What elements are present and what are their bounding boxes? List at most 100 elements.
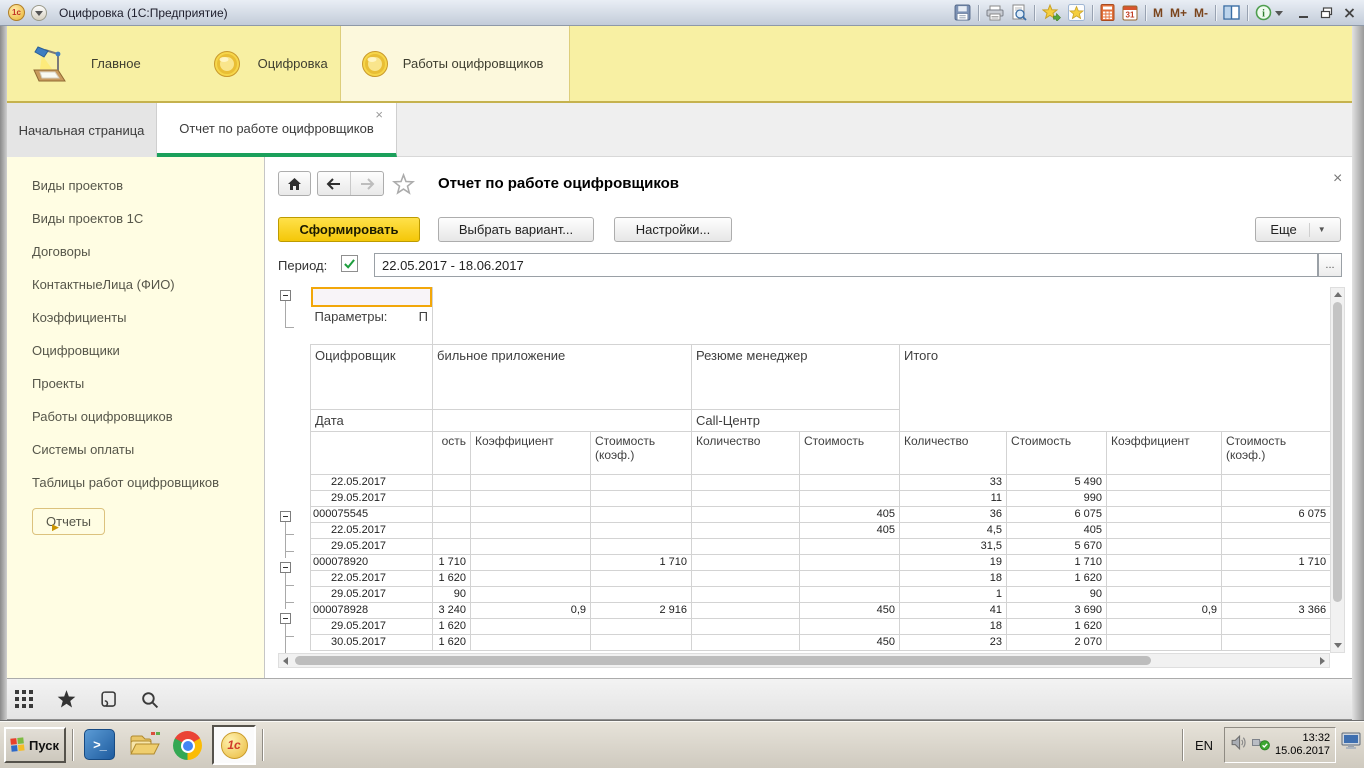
table-cell[interactable]: 0,9: [471, 602, 591, 618]
sidebar-item[interactable]: Таблицы работ оцифровщиков: [7, 466, 264, 499]
table-cell[interactable]: [1222, 474, 1331, 490]
table-cell[interactable]: 6 075: [1007, 506, 1107, 522]
table-cell[interactable]: 90: [1007, 586, 1107, 602]
sidebar-item[interactable]: Проекты: [7, 367, 264, 400]
column-group-header[interactable]: Итого: [900, 344, 1331, 431]
table-cell[interactable]: 23: [900, 634, 1007, 650]
search-icon[interactable]: [140, 690, 159, 709]
home-button[interactable]: [278, 171, 311, 196]
table-cell[interactable]: [471, 474, 591, 490]
table-cell[interactable]: 5 490: [1007, 474, 1107, 490]
usb-device-icon[interactable]: [1252, 735, 1270, 756]
table-cell[interactable]: [591, 490, 692, 506]
language-indicator[interactable]: EN: [1190, 731, 1218, 759]
volume-icon[interactable]: [1230, 734, 1247, 756]
info-icon[interactable]: i: [1255, 3, 1283, 23]
table-cell[interactable]: 1 620: [433, 570, 471, 586]
sidebar-item[interactable]: Оцифровщики: [7, 334, 264, 367]
table-cell[interactable]: [433, 522, 471, 538]
table-cell[interactable]: 1 710: [433, 554, 471, 570]
table-cell[interactable]: [800, 538, 900, 554]
column-header[interactable]: Стоимость (коэф.): [591, 431, 692, 474]
table-cell[interactable]: [1107, 618, 1222, 634]
scroll-right-icon[interactable]: [1320, 657, 1325, 665]
table-cell[interactable]: [692, 602, 800, 618]
scroll-left-icon[interactable]: [283, 657, 288, 665]
table-cell[interactable]: [692, 634, 800, 650]
table-cell[interactable]: 1 620: [1007, 618, 1107, 634]
table-cell[interactable]: [1222, 490, 1331, 506]
ribbon-section-3[interactable]: Работы оцифровщиков: [340, 26, 571, 101]
reports-button[interactable]: Отчеты ▶: [32, 508, 105, 535]
table-cell[interactable]: 2 070: [1007, 634, 1107, 650]
period-input[interactable]: 22.05.2017 - 18.06.2017: [374, 253, 1318, 277]
row-dimension-header[interactable]: Дата: [311, 409, 433, 431]
table-cell[interactable]: 0,9: [1107, 602, 1222, 618]
table-cell[interactable]: [692, 538, 800, 554]
table-cell[interactable]: 405: [800, 506, 900, 522]
table-cell[interactable]: 2 916: [591, 602, 692, 618]
table-cell[interactable]: [1222, 522, 1331, 538]
table-cell[interactable]: 1 710: [1007, 554, 1107, 570]
table-cell[interactable]: 1 710: [1222, 554, 1331, 570]
table-cell[interactable]: 3 366: [1222, 602, 1331, 618]
column-group-header[interactable]: Резюме менеджер: [692, 344, 900, 409]
table-cell[interactable]: [692, 586, 800, 602]
tab-2[interactable]: Отчет по работе оцифровщиков×: [157, 103, 397, 157]
restore-button[interactable]: [1320, 3, 1333, 23]
table-cell[interactable]: [471, 554, 591, 570]
table-cell[interactable]: [800, 618, 900, 634]
column-header[interactable]: Коэффициент: [471, 431, 591, 474]
table-cell[interactable]: 5 670: [1007, 538, 1107, 554]
close-button[interactable]: [1343, 3, 1356, 23]
tab-1[interactable]: Начальная страница: [7, 103, 157, 157]
table-cell[interactable]: [1107, 570, 1222, 586]
table-cell[interactable]: [800, 570, 900, 586]
table-cell[interactable]: 1 710: [591, 554, 692, 570]
collapse-expander-icon[interactable]: [280, 562, 291, 573]
calculator-icon[interactable]: [1100, 3, 1115, 23]
table-cell[interactable]: 1 620: [1007, 570, 1107, 586]
table-cell[interactable]: [1222, 586, 1331, 602]
table-cell[interactable]: [1107, 522, 1222, 538]
scroll-up-icon[interactable]: [1334, 292, 1342, 297]
favorite-star-button[interactable]: [392, 173, 415, 200]
table-cell[interactable]: [1107, 506, 1222, 522]
generate-button[interactable]: Сформировать: [278, 217, 420, 242]
date-row-label[interactable]: 29.05.2017: [311, 538, 433, 554]
sidebar-item[interactable]: Работы оцифровщиков: [7, 400, 264, 433]
row-dimension-header[interactable]: Оцифровщик: [311, 344, 433, 409]
table-cell[interactable]: [692, 554, 800, 570]
menu-grid-icon[interactable]: [14, 689, 34, 709]
choose-variant-button[interactable]: Выбрать вариант...: [438, 217, 594, 242]
table-cell[interactable]: 405: [800, 522, 900, 538]
table-cell[interactable]: [471, 586, 591, 602]
sidebar-item[interactable]: Системы оплаты: [7, 433, 264, 466]
group-row-label[interactable]: 000078928: [311, 602, 433, 618]
split-window-icon[interactable]: [1223, 3, 1240, 23]
table-cell[interactable]: [1107, 586, 1222, 602]
sidebar-item[interactable]: Договоры: [7, 235, 264, 268]
table-cell[interactable]: [591, 634, 692, 650]
collapse-expander-icon[interactable]: [280, 511, 291, 522]
settings-button[interactable]: Настройки...: [614, 217, 732, 242]
period-picker-button[interactable]: ...: [1318, 253, 1342, 277]
params-cell[interactable]: Параметры:П: [311, 307, 433, 344]
table-cell[interactable]: [1107, 538, 1222, 554]
period-checkbox[interactable]: [341, 255, 358, 272]
titlebar-dropdown-icon[interactable]: [31, 5, 47, 21]
calendar-icon[interactable]: 31: [1122, 3, 1138, 23]
table-cell[interactable]: [1222, 538, 1331, 554]
table-cell[interactable]: 11: [900, 490, 1007, 506]
table-cell[interactable]: [433, 506, 471, 522]
minimize-button[interactable]: [1298, 3, 1310, 23]
taskbar-app-explorer-icon[interactable]: [128, 730, 164, 765]
table-cell[interactable]: [800, 554, 900, 570]
table-cell[interactable]: 1 620: [433, 618, 471, 634]
table-cell[interactable]: 90: [433, 586, 471, 602]
column-subgroup-header[interactable]: Call-Центр: [692, 409, 900, 431]
table-cell[interactable]: [433, 538, 471, 554]
date-row-label[interactable]: 22.05.2017: [311, 522, 433, 538]
sidebar-item[interactable]: Виды проектов: [7, 169, 264, 202]
ribbon-section-2[interactable]: Оцифровка: [213, 26, 328, 101]
